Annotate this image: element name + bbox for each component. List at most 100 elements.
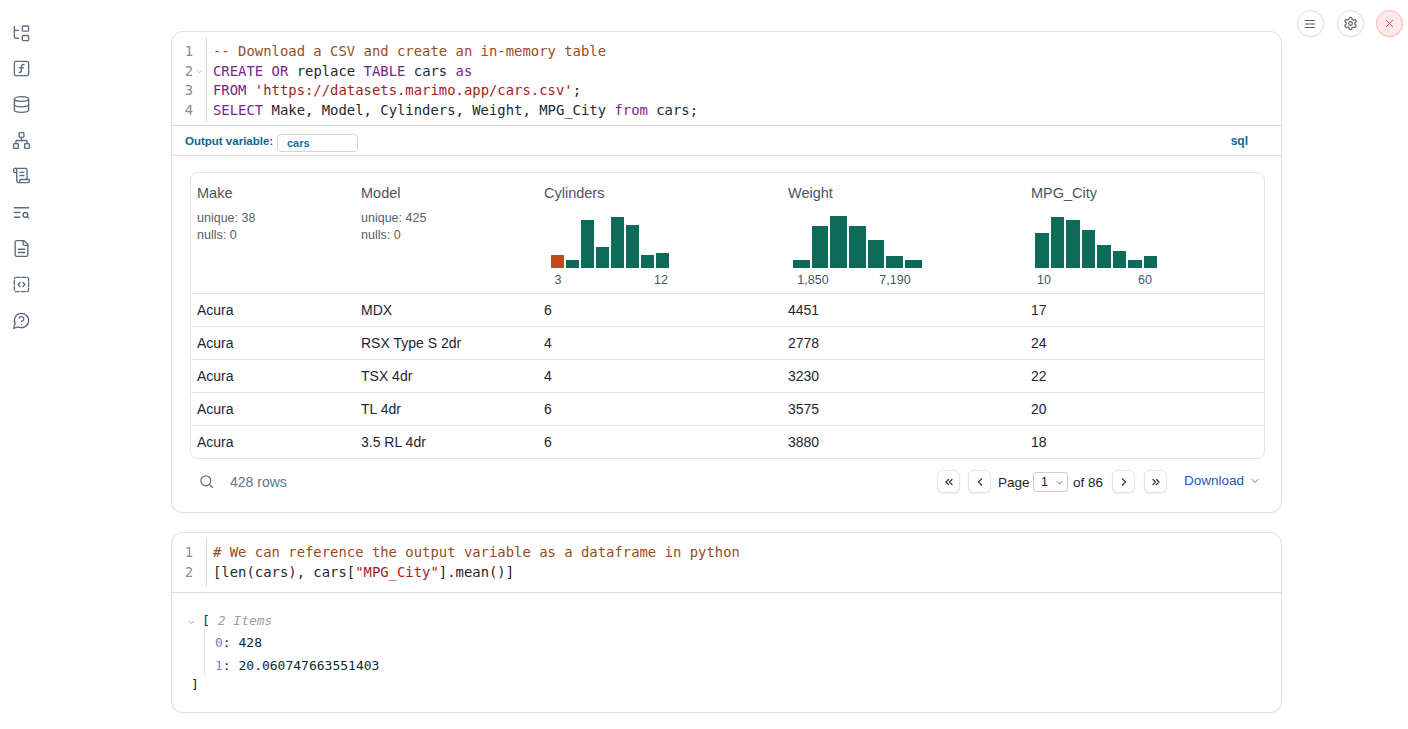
output-variable-row: Output variable: sql [172, 125, 1281, 156]
tree-collapse-icon[interactable] [187, 615, 196, 631]
python-editor[interactable]: 1# We can reference the output variable … [172, 533, 1281, 582]
histogram-bar [596, 247, 609, 268]
histogram-bar [1066, 220, 1080, 268]
table-cell: 6 [538, 426, 782, 457]
chevrons-left-icon [943, 476, 955, 488]
tree-entry: 1: 20.060747663551403 [215, 658, 379, 674]
marimo-app: 1 -- Download a CSV and create an in-memo… [0, 0, 1408, 729]
page-select[interactable]: 1 [1033, 472, 1068, 492]
table-cell: Acura [191, 360, 355, 392]
histogram-bar [641, 255, 654, 268]
column-histogram [1035, 217, 1157, 268]
sidebar-dependency-graph-button[interactable] [11, 130, 31, 150]
prev-page-button[interactable] [968, 470, 991, 493]
histogram-min-label: 1,850 [797, 273, 828, 287]
file-text-icon [12, 239, 31, 258]
search-icon [198, 473, 215, 490]
column-header-mpg_city[interactable]: MPG_City 10 60 [1025, 173, 1264, 293]
hamburger-icon [1303, 17, 1317, 31]
table-cell: 3230 [782, 360, 1025, 392]
tree-items-count: 2 Items [210, 613, 273, 628]
help-bubble-icon [12, 311, 31, 330]
shutdown-button[interactable] [1376, 10, 1403, 37]
language-badge: sql [1231, 134, 1248, 148]
sidebar-help-button[interactable] [11, 310, 31, 330]
code-line: 4SELECT Make, Model, Cylinders, Weight, … [172, 101, 1281, 121]
histogram-bar [1082, 230, 1096, 268]
table-body: AcuraMDX6445117AcuraRSX Type S 2dr427782… [191, 294, 1264, 457]
output-variable-input[interactable] [277, 134, 358, 152]
settings-button[interactable] [1337, 10, 1364, 37]
sidebar-file-explorer-button[interactable] [11, 23, 31, 43]
output-tree: [ 2 Items0: 4281: 20.060747663551403] [172, 592, 1281, 712]
next-page-button[interactable] [1112, 470, 1135, 493]
table-cell: 20 [1025, 393, 1264, 425]
histogram-bar [1097, 245, 1111, 268]
histogram-max-label: 7,190 [879, 273, 910, 287]
histogram-bar [793, 260, 810, 268]
fold-chevron-icon[interactable] [193, 62, 206, 82]
histogram-bar [566, 260, 579, 268]
stat-nulls: nulls: 0 [197, 227, 349, 244]
function-square-icon [12, 59, 31, 78]
close-icon [1383, 17, 1396, 30]
column-header-make[interactable]: Makeunique: 38nulls: 0 [191, 173, 355, 293]
tree-key: 1 [215, 658, 223, 673]
column-header-weight[interactable]: Weight1,8507,190 [782, 173, 1025, 293]
column-name: Make [197, 185, 349, 201]
histogram-min-label: 10 [1037, 273, 1051, 287]
line-number: 1 [172, 42, 193, 62]
histogram-max-label: 60 [1138, 273, 1152, 287]
histogram-bar [656, 253, 669, 268]
column-header-model[interactable]: Modelunique: 425nulls: 0 [355, 173, 538, 293]
table-row[interactable]: AcuraMDX6445117 [191, 294, 1264, 327]
line-number: 4 [172, 101, 193, 121]
file-tree-icon [12, 24, 31, 43]
tree-key: 0 [215, 635, 223, 650]
line-number: 2 [172, 563, 193, 583]
row-count: 428 rows [230, 474, 287, 490]
column-name: MPG_City [1031, 185, 1258, 201]
table-cell: 22 [1025, 360, 1264, 392]
last-page-button[interactable] [1144, 470, 1167, 493]
download-button[interactable]: Download [1184, 473, 1260, 488]
table-cell: TL 4dr [355, 393, 538, 425]
first-page-button[interactable] [937, 470, 960, 493]
table-row[interactable]: AcuraTL 4dr6357520 [191, 393, 1264, 426]
sidebar-documentation-button[interactable] [11, 238, 31, 258]
tree-bracket-close: ] [191, 677, 199, 693]
sidebar-scratchpad-button[interactable] [11, 165, 31, 185]
sidebar-logs-button[interactable] [11, 202, 31, 222]
code-text: FROM 'https://datasets.marimo.app/cars.c… [206, 81, 1281, 101]
stat-nulls: nulls: 0 [361, 227, 532, 244]
table-row[interactable]: Acura3.5 RL 4dr6388018 [191, 426, 1264, 457]
tree-value: : 20.060747663551403 [223, 658, 380, 673]
menu-button[interactable] [1297, 10, 1324, 37]
text-search-icon [12, 203, 31, 222]
table-cell: 4 [538, 360, 782, 392]
column-header-cylinders[interactable]: Cylinders312 [538, 173, 782, 293]
fold-gutter [193, 42, 206, 62]
histogram-bar [581, 220, 594, 268]
python-cell: 1 # We can reference the output variable … [171, 532, 1282, 713]
table-cell: TSX 4dr [355, 360, 538, 392]
download-label: Download [1184, 473, 1244, 488]
sql-editor[interactable]: 1 -- Download a CSV and create an in-memo… [172, 32, 1281, 121]
table-cell: 4 [538, 327, 782, 359]
table-search-button[interactable] [198, 473, 215, 494]
sidebar-functions-button[interactable] [11, 58, 31, 78]
database-icon [12, 95, 31, 114]
histogram-bar [1128, 260, 1142, 268]
sidebar-snippets-button[interactable] [11, 274, 31, 294]
tree-value: : 428 [223, 635, 262, 650]
fold-gutter [193, 101, 206, 121]
table-cell: Acura [191, 393, 355, 425]
fold-gutter [193, 563, 206, 583]
code-text: -- Download a CSV and create an in-memor… [206, 42, 1281, 62]
table-cell: Acura [191, 294, 355, 326]
table-row[interactable]: AcuraTSX 4dr4323022 [191, 360, 1264, 393]
table-row[interactable]: AcuraRSX Type S 2dr4277824 [191, 327, 1264, 360]
sidebar-datasources-button[interactable] [11, 94, 31, 114]
code-text: # We can reference the output variable a… [206, 543, 1281, 563]
table-cell: 4451 [782, 294, 1025, 326]
